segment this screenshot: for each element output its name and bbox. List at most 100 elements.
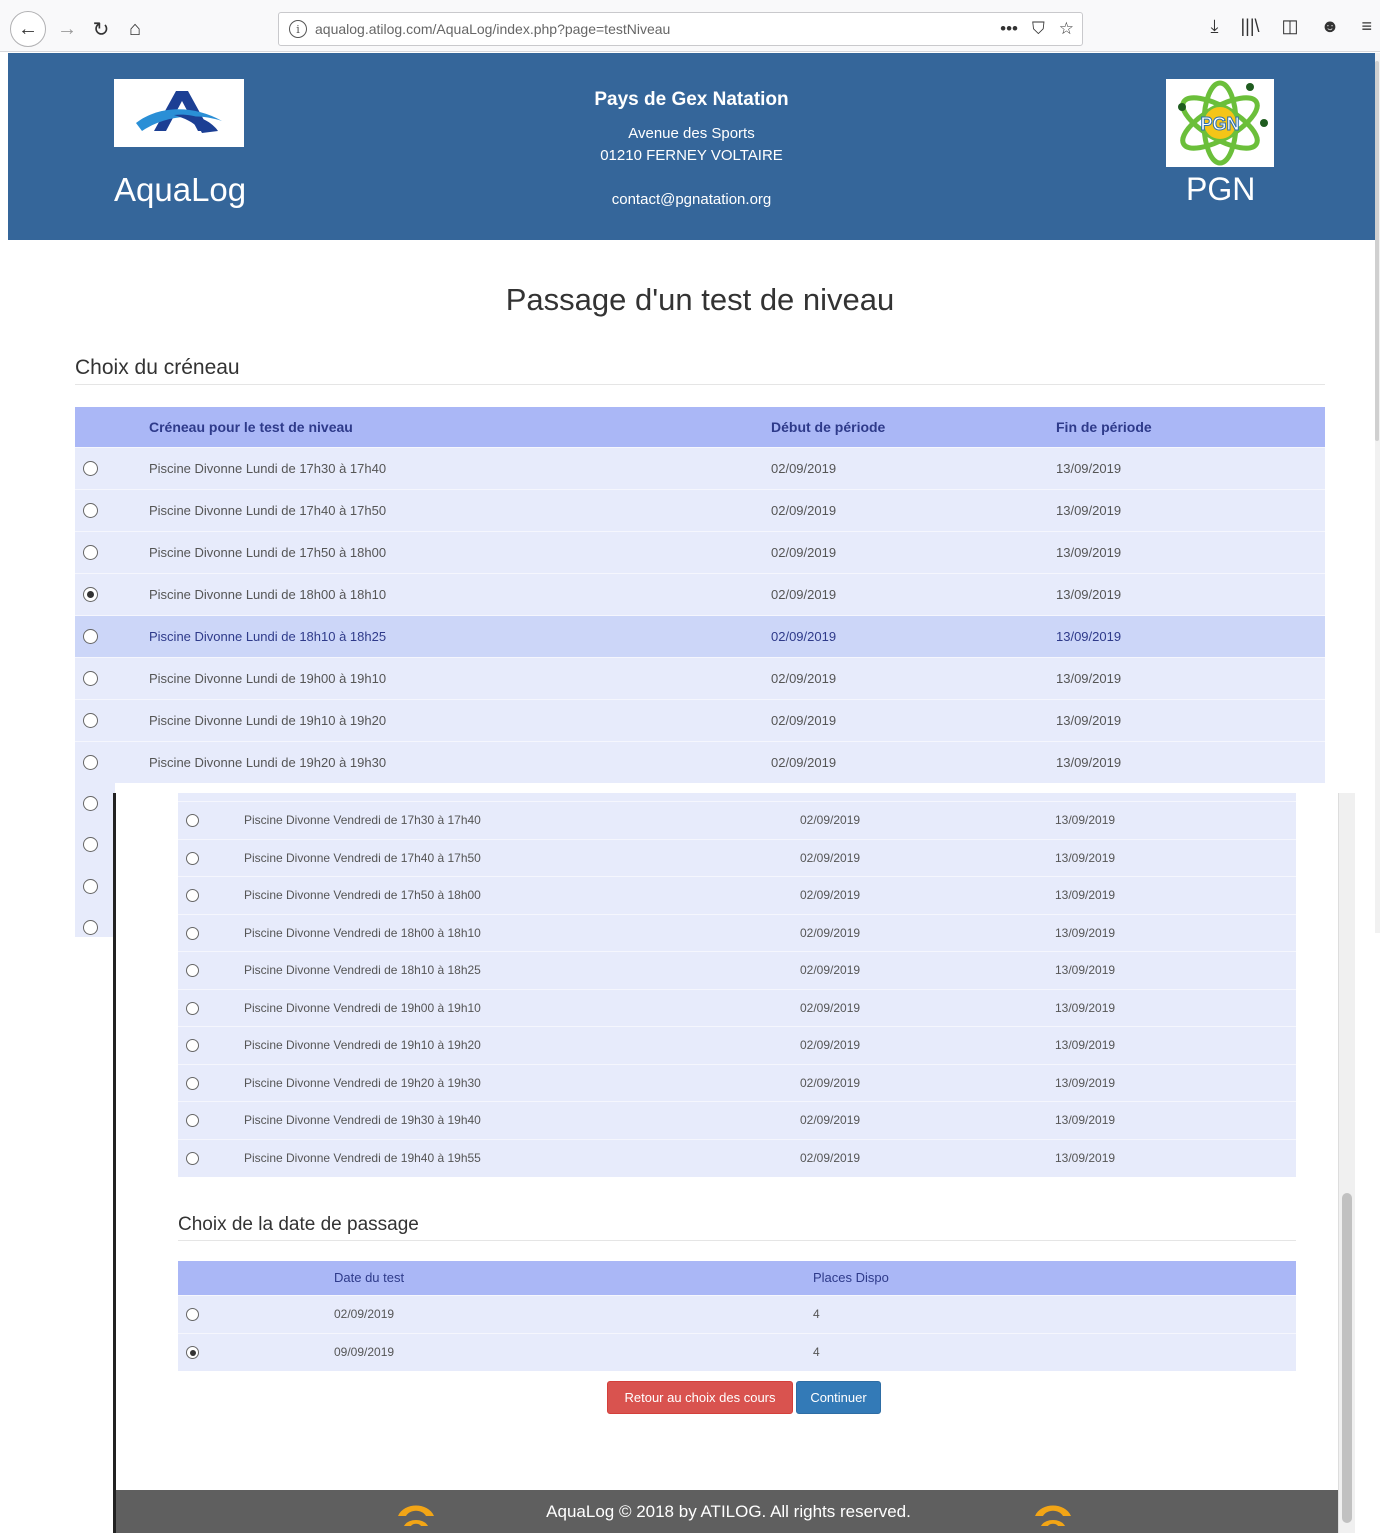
- start-date: 02/09/2019: [800, 951, 1055, 989]
- col-places: Places Dispo: [813, 1261, 1296, 1295]
- url-text: aqualog.atilog.com/AquaLog/index.php?pag…: [315, 21, 671, 37]
- table-row[interactable]: Piscine Divonne Lundi de 19h20 à 19h30 02…: [75, 740, 1325, 783]
- test-date: 09/09/2019: [334, 1332, 813, 1371]
- slot-radio[interactable]: [186, 964, 199, 978]
- bookmark-star-icon[interactable]: ☆: [1059, 19, 1074, 39]
- footer-copyright: AquaLog © 2018 by ATILOG. All rights res…: [546, 1502, 911, 1521]
- table-row[interactable]: Piscine Divonne Vendredi de 19h10 à 19h2…: [178, 1026, 1296, 1064]
- slot-radio-selected[interactable]: [83, 587, 98, 603]
- col-slot: Créneau pour le test de niveau: [149, 407, 771, 447]
- col-start: Début de période: [771, 407, 1056, 447]
- reload-icon[interactable]: ↻: [84, 12, 118, 46]
- slot-radio[interactable]: [186, 851, 199, 865]
- table-row[interactable]: 09/09/2019 4: [178, 1332, 1296, 1371]
- end-date: 13/09/2019: [1055, 951, 1296, 989]
- table-row[interactable]: Piscine Divonne Lundi de 19h10 à 19h20 02…: [75, 698, 1325, 741]
- end-date: 13/09/2019: [1055, 838, 1296, 877]
- page-actions-icon[interactable]: •••: [1000, 19, 1018, 39]
- page-title: Passage d'un test de niveau: [505, 282, 895, 317]
- start-date: 02/09/2019: [771, 530, 1056, 573]
- slot-radio[interactable]: [186, 926, 199, 940]
- table-row[interactable]: Piscine Divonne Lundi de 18h00 à 18h10 02…: [75, 572, 1325, 615]
- menu-icon[interactable]: ≡: [1361, 16, 1372, 37]
- table-row[interactable]: Piscine Divonne Vendredi de 17h30 à 17h4…: [178, 801, 1296, 839]
- pocket-icon[interactable]: ⛉: [1032, 19, 1045, 39]
- slot-radio[interactable]: [83, 755, 98, 771]
- page-scrollbar[interactable]: [1375, 53, 1380, 933]
- slot-label: Piscine Divonne Vendredi de 19h10 à 19h2…: [244, 1026, 800, 1064]
- start-date: 02/09/2019: [800, 838, 1055, 877]
- forward-arrow-icon[interactable]: →: [50, 12, 84, 46]
- table-row[interactable]: Piscine Divonne Vendredi de 17h50 à 18h0…: [178, 876, 1296, 914]
- slot-radio[interactable]: [186, 889, 199, 903]
- lower-scrollbar[interactable]: [1338, 793, 1355, 1533]
- section-divider: [75, 384, 1325, 385]
- table-row[interactable]: Piscine Divonne Vendredi de 19h00 à 19h1…: [178, 988, 1296, 1027]
- table-row[interactable]: Piscine Divonne Lundi de 17h30 à 17h40 02…: [75, 446, 1325, 489]
- download-icon[interactable]: ⤓: [1211, 16, 1219, 37]
- slot-radio[interactable]: [186, 1001, 199, 1015]
- start-date: 02/09/2019: [800, 913, 1055, 952]
- slot-label: Piscine Divonne Vendredi de 19h30 à 19h4…: [244, 1101, 800, 1139]
- slot-label: Piscine Divonne Vendredi de 17h30 à 17h4…: [244, 801, 800, 839]
- slot-radio[interactable]: [83, 461, 98, 477]
- table-row[interactable]: Piscine Divonne Vendredi de 17h40 à 17h5…: [178, 838, 1296, 877]
- slot-table: Créneau pour le test de niveau Début de …: [75, 407, 1325, 783]
- date-radio[interactable]: [186, 1308, 199, 1322]
- slot-label: Piscine Divonne Lundi de 19h20 à 19h30: [149, 740, 771, 783]
- slot-radio[interactable]: [186, 1076, 199, 1090]
- table-row[interactable]: Piscine Divonne Vendredi de 19h40 à 19h5…: [178, 1138, 1296, 1177]
- slot-radio[interactable]: [186, 1114, 199, 1128]
- slot-radio[interactable]: [83, 545, 98, 561]
- start-date: 02/09/2019: [800, 988, 1055, 1027]
- table-row[interactable]: Piscine Divonne Lundi de 17h50 à 18h00 02…: [75, 530, 1325, 573]
- slot-label: Piscine Divonne Lundi de 18h00 à 18h10: [149, 572, 771, 615]
- atilog-logo-icon: [1035, 1505, 1071, 1526]
- end-date: 13/09/2019: [1055, 1138, 1296, 1177]
- slot-table-header: Créneau pour le test de niveau Début de …: [75, 407, 1325, 447]
- site-info-icon[interactable]: i: [289, 20, 307, 38]
- start-date: 02/09/2019: [800, 801, 1055, 839]
- slot-label: Piscine Divonne Vendredi de 18h00 à 18h1…: [244, 913, 800, 952]
- sidebar-icon[interactable]: ◫: [1282, 16, 1299, 37]
- address-bar[interactable]: i aqualog.atilog.com/AquaLog/index.php?p…: [278, 12, 1083, 46]
- slot-radio[interactable]: [186, 814, 199, 828]
- date-radio-selected[interactable]: [186, 1346, 199, 1360]
- slot-radio[interactable]: [83, 671, 98, 687]
- table-row[interactable]: Piscine Divonne Vendredi de 18h10 à 18h2…: [178, 951, 1296, 989]
- slot-radio[interactable]: [83, 796, 98, 811]
- table-row-hovered[interactable]: Piscine Divonne Lundi de 18h10 à 18h25 02…: [75, 614, 1325, 657]
- slot-radio[interactable]: [83, 879, 98, 894]
- end-date: 13/09/2019: [1055, 876, 1296, 914]
- browser-toolbar: ← → ↻ ⌂ i aqualog.atilog.com/AquaLog/ind…: [0, 0, 1380, 52]
- slot-radio[interactable]: [83, 920, 98, 935]
- date-table: Date du test Places Dispo 02/09/2019 4 09…: [178, 1261, 1296, 1371]
- slot-label: Piscine Divonne Lundi de 19h00 à 19h10: [149, 656, 771, 699]
- library-icon[interactable]: |||\: [1240, 16, 1259, 37]
- table-row[interactable]: Piscine Divonne Vendredi de 19h20 à 19h3…: [178, 1063, 1296, 1102]
- table-row[interactable]: Piscine Divonne Lundi de 19h00 à 19h10 02…: [75, 656, 1325, 699]
- slot-radio[interactable]: [83, 713, 98, 729]
- slot-radio[interactable]: [83, 837, 98, 852]
- table-row[interactable]: Piscine Divonne Vendredi de 18h00 à 18h1…: [178, 913, 1296, 952]
- slot-label: Piscine Divonne Lundi de 19h10 à 19h20: [149, 698, 771, 741]
- continue-button[interactable]: Continuer: [796, 1381, 881, 1414]
- slot-radio[interactable]: [186, 1039, 199, 1053]
- start-date: 02/09/2019: [800, 1063, 1055, 1102]
- back-arrow-icon[interactable]: ←: [10, 11, 46, 47]
- table-row[interactable]: 02/09/2019 4: [178, 1294, 1296, 1333]
- pgn-logo-text: PGN: [1200, 114, 1239, 134]
- start-date: 02/09/2019: [771, 446, 1056, 489]
- account-icon[interactable]: ☻: [1321, 16, 1340, 37]
- col-test-date: Date du test: [334, 1261, 813, 1295]
- slot-radio[interactable]: [83, 629, 98, 645]
- table-row[interactable]: Piscine Divonne Vendredi de 19h30 à 19h4…: [178, 1101, 1296, 1139]
- back-to-courses-button[interactable]: Retour au choix des cours: [607, 1381, 793, 1414]
- home-icon[interactable]: ⌂: [118, 12, 152, 46]
- club-email[interactable]: contact@pgnatation.org: [8, 191, 1375, 208]
- cut-off-row: [178, 793, 1296, 801]
- table-row[interactable]: Piscine Divonne Lundi de 17h40 à 17h50 02…: [75, 488, 1325, 531]
- slot-radio[interactable]: [186, 1152, 199, 1166]
- slot-radio[interactable]: [83, 503, 98, 519]
- end-date: 13/09/2019: [1056, 740, 1325, 783]
